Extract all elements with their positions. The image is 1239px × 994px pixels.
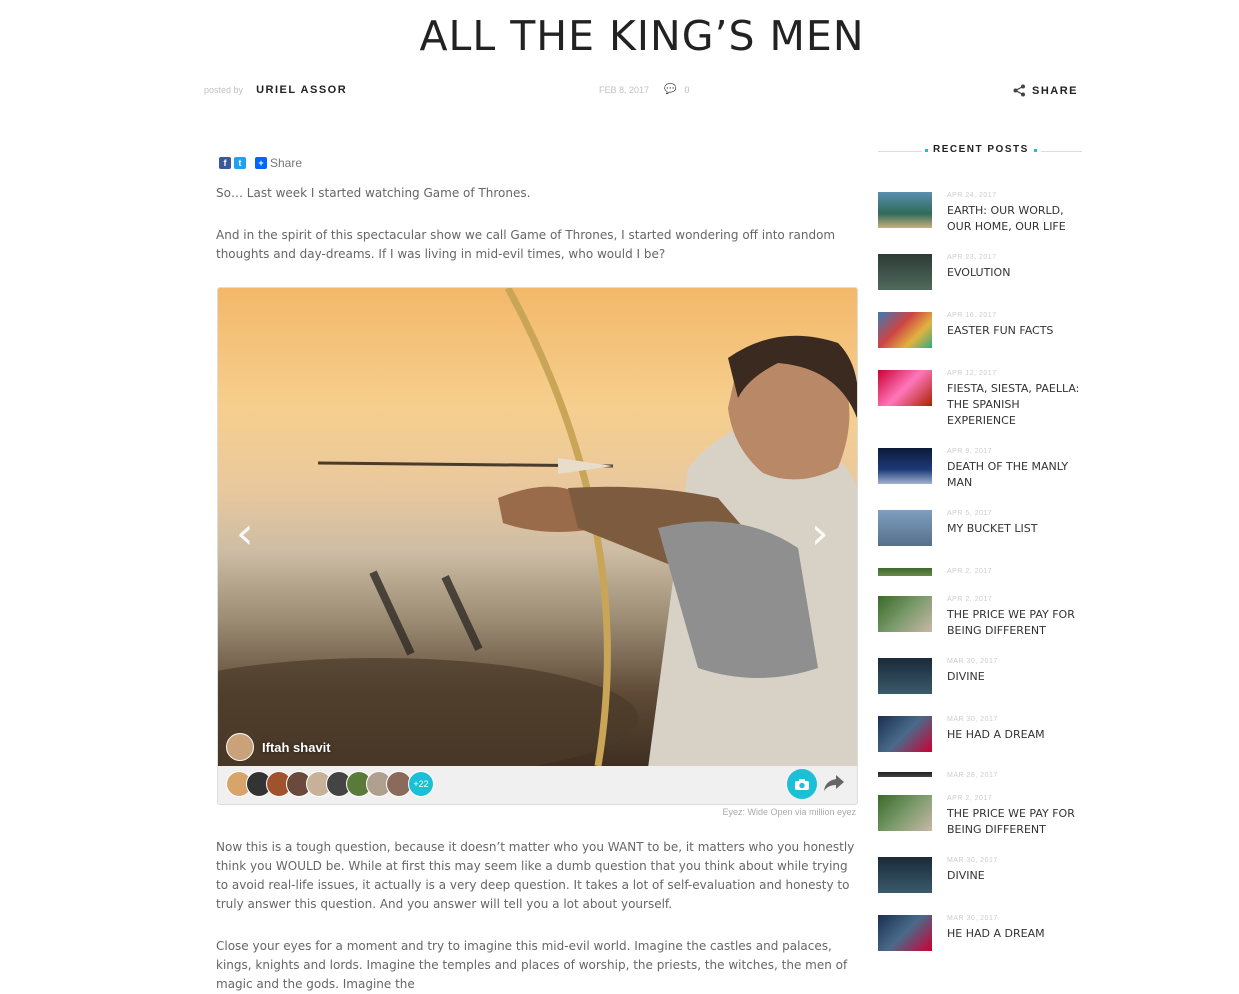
- previous-arrow-icon[interactable]: ‹: [236, 512, 254, 556]
- contributor-avatars: +22: [226, 771, 434, 797]
- photo-gallery: ‹ › Iftah shavit +22: [217, 287, 858, 805]
- recent-post-item[interactable]: APR 2, 2017 THE PRICE WE PAY FOR BEING DI…: [878, 795, 1088, 836]
- recent-post-thumbnail[interactable]: [878, 658, 932, 694]
- recent-post-date: MAR 30, 2017: [947, 716, 998, 723]
- paragraph-2: And in the spirit of this spectacular sh…: [216, 228, 836, 261]
- recent-post-date: MAR 30, 2017: [947, 658, 998, 665]
- photographer-name: Iftah shavit: [262, 739, 331, 755]
- share-button[interactable]: SHARE: [1013, 84, 1078, 97]
- recent-post-thumbnail[interactable]: [878, 716, 932, 752]
- more-contributors-badge[interactable]: +22: [408, 771, 434, 797]
- photographer-credit[interactable]: Iftah shavit: [226, 733, 331, 761]
- next-arrow-icon[interactable]: ›: [811, 512, 829, 556]
- recent-post-item[interactable]: APR 12, 2017 FIESTA, SIESTA, PAELLA: THE …: [878, 370, 1088, 427]
- recent-post-thumbnail[interactable]: [878, 510, 932, 546]
- recent-post-item[interactable]: APR 16, 2017 EASTER FUN FACTS: [878, 312, 1088, 348]
- recent-post-title[interactable]: THE PRICE WE PAY FOR BEING DIFFERENT: [947, 607, 1082, 639]
- post-date: FEB 8, 2017: [599, 84, 649, 96]
- comment-count[interactable]: 💬 0: [664, 84, 689, 95]
- paragraph-1: So… Last week I started watching Game of…: [216, 186, 531, 200]
- recent-post-title[interactable]: EASTER FUN FACTS: [947, 323, 1082, 339]
- recent-post-date: MAR 28, 2017: [947, 772, 998, 779]
- forward-share-icon[interactable]: [822, 773, 846, 798]
- recent-post-title[interactable]: EVOLUTION: [947, 265, 1082, 281]
- recent-post-title[interactable]: FIESTA, SIESTA, PAELLA: THE SPANISH EXPE…: [947, 381, 1082, 429]
- recent-post-item[interactable]: MAR 30, 2017 HE HAD A DREAM: [878, 915, 1088, 951]
- recent-post-item[interactable]: APR 9, 2017 DEATH OF THE MANLY MAN: [878, 448, 1088, 489]
- recent-post-item[interactable]: MAR 30, 2017 HE HAD A DREAM: [878, 716, 1088, 752]
- post-date-text: FEB 8, 2017: [599, 85, 650, 95]
- recent-posts-heading: RECENT POSTS: [878, 144, 1082, 158]
- recent-post-date: APR 24, 2017: [947, 192, 997, 199]
- comment-count-value: 0: [684, 84, 690, 95]
- recent-post-date: MAR 30, 2017: [947, 915, 998, 922]
- recent-post-date: APR 23, 2017: [947, 254, 997, 261]
- recent-post-item[interactable]: APR 5, 2017 MY BUCKET LIST: [878, 510, 1088, 546]
- camera-icon[interactable]: [787, 769, 817, 799]
- recent-post-thumbnail[interactable]: [878, 596, 932, 632]
- comment-icon: 💬: [664, 84, 677, 95]
- recent-post-date: APR 2, 2017: [947, 596, 993, 603]
- divider: [1041, 151, 1082, 152]
- recent-post-title[interactable]: DIVINE: [947, 868, 1082, 884]
- recent-post-title[interactable]: MY BUCKET LIST: [947, 521, 1082, 537]
- recent-post-title[interactable]: DEATH OF THE MANLY MAN: [947, 459, 1082, 491]
- recent-post-item[interactable]: APR 24, 2017 EARTH: OUR WORLD, OUR HOME, …: [878, 192, 1088, 233]
- gallery-toolbar: +22: [218, 766, 857, 804]
- recent-post-date: APR 2, 2017: [947, 568, 993, 575]
- recent-post-title[interactable]: HE HAD A DREAM: [947, 926, 1082, 942]
- recent-post-date: APR 12, 2017: [947, 370, 997, 377]
- author-name[interactable]: URIEL ASSOR: [256, 84, 347, 96]
- recent-post-thumbnail[interactable]: [878, 312, 932, 348]
- recent-post-thumbnail[interactable]: [878, 772, 932, 777]
- twitter-icon[interactable]: t: [234, 157, 246, 169]
- divider-dot: [1034, 149, 1037, 152]
- recent-post-thumbnail[interactable]: [878, 448, 932, 484]
- gallery-photo: ‹ › Iftah shavit: [218, 288, 857, 766]
- recent-post-item[interactable]: APR 2, 2017 THE PRICE WE PAY FOR BEING DI…: [878, 596, 1088, 637]
- recent-post-thumbnail[interactable]: [878, 915, 932, 951]
- post-title: ALL THE KING’S MEN: [419, 12, 865, 60]
- share-text[interactable]: Share: [270, 156, 302, 170]
- post-author: posted by URIEL ASSOR: [204, 84, 347, 96]
- recent-post-item[interactable]: MAR 30, 2017 DIVINE: [878, 658, 1088, 694]
- recent-post-item[interactable]: MAR 28, 2017: [878, 772, 1088, 792]
- share-label: SHARE: [1032, 84, 1079, 97]
- recent-post-date: APR 9, 2017: [947, 448, 993, 455]
- recent-posts-title: RECENT POSTS: [933, 144, 1029, 155]
- archer-illustration: [218, 288, 857, 766]
- recent-post-thumbnail[interactable]: [878, 370, 932, 406]
- recent-post-thumbnail[interactable]: [878, 568, 932, 576]
- photographer-avatar: [226, 733, 254, 761]
- add-share-icon[interactable]: +: [255, 157, 267, 169]
- recent-post-thumbnail[interactable]: [878, 857, 932, 893]
- paragraph-4: Close your eyes for a moment and try to …: [216, 939, 848, 991]
- recent-post-thumbnail[interactable]: [878, 795, 932, 831]
- facebook-icon[interactable]: f: [219, 157, 231, 169]
- recent-post-date: APR 5, 2017: [947, 510, 993, 517]
- recent-post-date: MAR 30, 2017: [947, 857, 998, 864]
- recent-post-title[interactable]: EARTH: OUR WORLD, OUR HOME, OUR LIFE: [947, 203, 1082, 235]
- divider-dot: [925, 149, 928, 152]
- recent-post-item[interactable]: APR 23, 2017 EVOLUTION: [878, 254, 1088, 290]
- share-icon: [1013, 84, 1025, 97]
- recent-post-date: APR 2, 2017: [947, 795, 993, 802]
- recent-post-title[interactable]: HE HAD A DREAM: [947, 727, 1082, 743]
- recent-post-title[interactable]: DIVINE: [947, 669, 1082, 685]
- recent-post-thumbnail[interactable]: [878, 254, 932, 290]
- recent-post-title[interactable]: THE PRICE WE PAY FOR BEING DIFFERENT: [947, 806, 1082, 838]
- recent-post-thumbnail[interactable]: [878, 192, 932, 228]
- gallery-caption[interactable]: Eyez: Wide Open via million eyez: [216, 807, 856, 817]
- recent-post-date: APR 16, 2017: [947, 312, 997, 319]
- recent-post-item[interactable]: MAR 30, 2017 DIVINE: [878, 857, 1088, 893]
- social-share-bar: f t + Share: [219, 156, 302, 170]
- recent-post-item[interactable]: APR 2, 2017: [878, 568, 1088, 588]
- divider: [878, 151, 922, 152]
- paragraph-3: Now this is a tough question, because it…: [216, 840, 855, 911]
- posted-by-label: posted by: [204, 85, 244, 95]
